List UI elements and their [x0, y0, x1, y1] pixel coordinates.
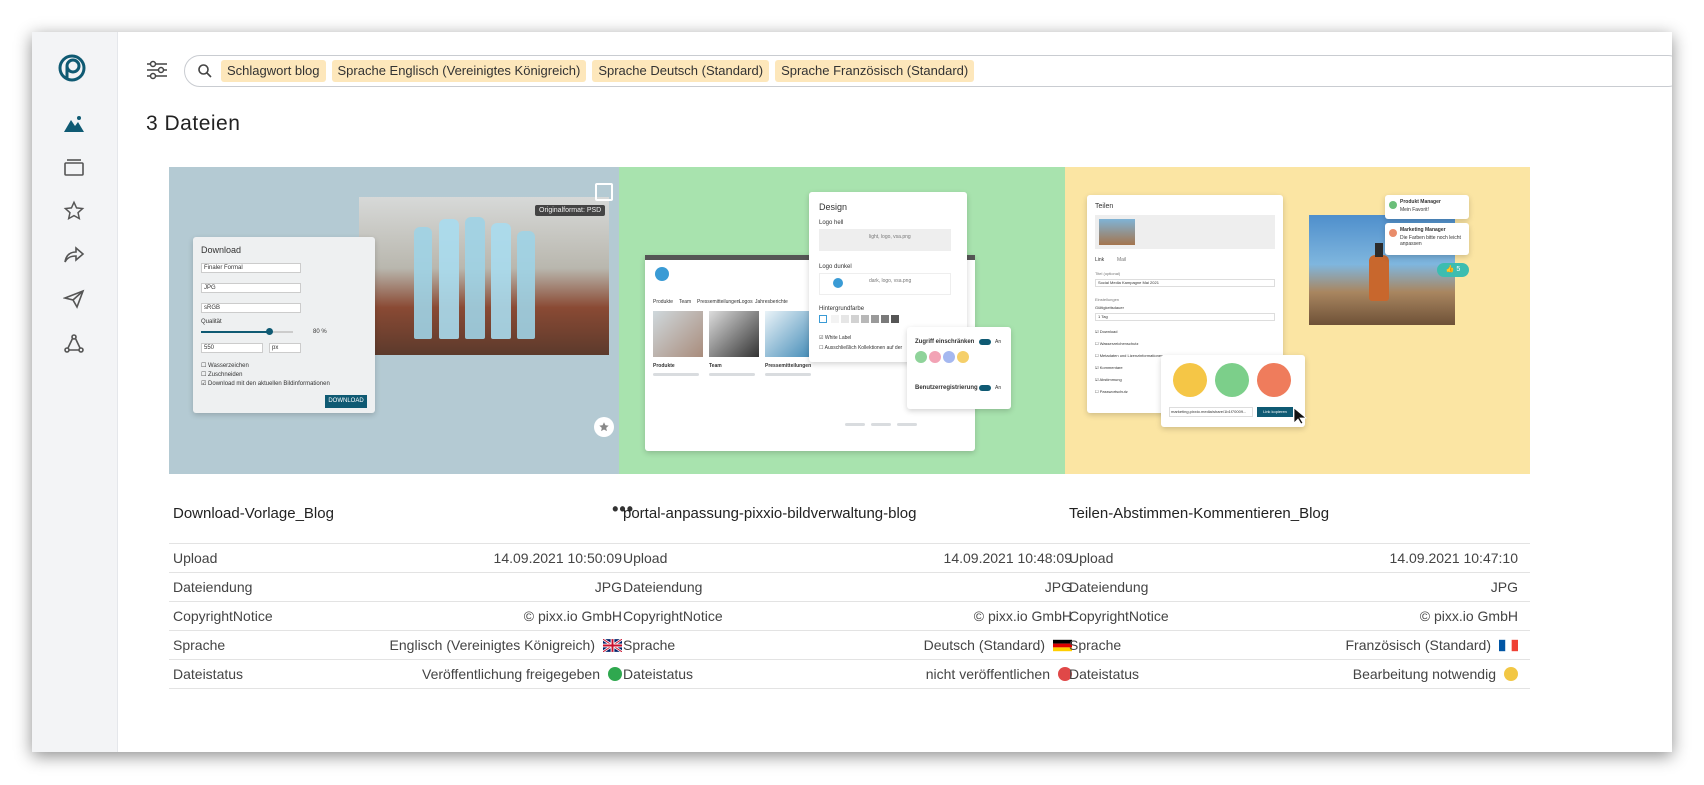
- meta-row-extension: Dateiendung JPG: [169, 573, 634, 602]
- filter-settings-icon[interactable]: [144, 57, 170, 83]
- meta-row-upload: Upload 14.09.2021 10:48:09: [619, 544, 1084, 573]
- nav-files-icon[interactable]: [60, 110, 88, 138]
- file-name[interactable]: Download-Vorlage_Blog: [173, 505, 334, 522]
- nav-shares-icon[interactable]: [60, 241, 88, 269]
- main-content: Schlagwort blog Sprache Englisch (Verein…: [118, 32, 1672, 752]
- filter-chip-language-fr[interactable]: Sprache Französisch (Standard): [775, 60, 975, 82]
- fr-flag-icon: [1499, 639, 1518, 651]
- search-icon: [198, 64, 212, 78]
- file-metadata: Upload 14.09.2021 10:47:10 Dateiendung JPG…: [1065, 543, 1530, 689]
- sidebar: [32, 32, 118, 752]
- file-thumbnail[interactable]: Produkte Team Pressemitteilungen Logos J…: [619, 167, 1084, 474]
- nav-favorites-icon[interactable]: [60, 197, 88, 225]
- meta-row-status: Dateistatus Veröffentlichung freigegeben: [169, 660, 634, 689]
- filter-chip-keyword[interactable]: Schlagwort blog: [221, 60, 326, 82]
- pixxio-logo-icon[interactable]: [56, 52, 88, 84]
- meta-row-extension: Dateiendung JPG: [619, 573, 1084, 602]
- results-count-title: 3 Dateien: [146, 112, 241, 135]
- nav-workflows-icon[interactable]: [60, 330, 88, 358]
- meta-row-status: Dateistatus Bearbeitung notwendig: [1065, 660, 1530, 689]
- meta-row-copyright: CopyrightNotice © pixx.io GmbH: [619, 602, 1084, 631]
- meta-row-upload: Upload 14.09.2021 10:50:09: [169, 544, 634, 573]
- status-dot: [1504, 667, 1518, 681]
- meta-row-upload: Upload 14.09.2021 10:47:10: [1065, 544, 1530, 573]
- meta-row-language: Sprache Deutsch (Standard): [619, 631, 1084, 660]
- file-card[interactable]: Teilen Link Mail Titel (optional) Social…: [1065, 167, 1530, 689]
- bottles-photo: [359, 197, 609, 355]
- meta-row-status: Dateistatus nicht veröffentlichen: [619, 660, 1084, 689]
- meta-row-extension: Dateiendung JPG: [1065, 573, 1530, 602]
- file-metadata: Upload 14.09.2021 10:50:09 Dateiendung JPG…: [169, 543, 634, 689]
- meta-row-copyright: CopyrightNotice © pixx.io GmbH: [1065, 602, 1530, 631]
- file-card[interactable]: Produkte Team Pressemitteilungen Logos J…: [619, 167, 1084, 689]
- meta-row-language: Sprache Englisch (Vereinigtes Königreich): [169, 631, 634, 660]
- file-name[interactable]: Teilen-Abstimmen-Kommentieren_Blog: [1069, 505, 1329, 522]
- likes-badge: 👍 5: [1437, 263, 1469, 277]
- app-window: Schlagwort blog Sprache Englisch (Verein…: [32, 32, 1672, 752]
- nav-send-icon[interactable]: [60, 285, 88, 313]
- filter-chip-language-en[interactable]: Sprache Englisch (Vereinigtes Königreich…: [331, 60, 587, 82]
- meta-row-copyright: CopyrightNotice © pixx.io GmbH: [169, 602, 634, 631]
- file-thumbnail[interactable]: Teilen Link Mail Titel (optional) Social…: [1065, 167, 1530, 474]
- voting-panel-mockup: marketing.pixxio.media/share/1b1f70009..…: [1161, 355, 1305, 427]
- favorite-star-icon[interactable]: [594, 417, 614, 437]
- comment-mockup: Marketing Manager Die Farben bitte noch …: [1385, 223, 1469, 255]
- search-bar[interactable]: Schlagwort blog Sprache Englisch (Verein…: [184, 55, 1672, 87]
- nav-collections-icon[interactable]: [60, 153, 88, 181]
- file-thumbnail[interactable]: Originalformat: PSD Download Finaler For…: [169, 167, 634, 474]
- filter-chip-language-de[interactable]: Sprache Deutsch (Standard): [592, 60, 770, 82]
- select-checkbox[interactable]: [595, 183, 613, 201]
- file-card[interactable]: Originalformat: PSD Download Finaler For…: [169, 167, 634, 689]
- format-badge: Originalformat: PSD: [535, 205, 606, 216]
- file-metadata: Upload 14.09.2021 10:48:09 Dateiendung JPG…: [619, 543, 1084, 689]
- download-dialog-mockup: Download Finaler Formal JPG sRGB Qualitä…: [193, 237, 375, 413]
- cursor-icon: [1293, 407, 1307, 425]
- access-panel-mockup: Zugriff einschränken An Benutzerregistri…: [907, 327, 1011, 409]
- meta-row-language: Sprache Französisch (Standard): [1065, 631, 1530, 660]
- file-name[interactable]: portal-anpassung-pixxio-bildverwaltung-b…: [623, 505, 917, 522]
- comment-mockup: Produkt Manager Mein Favorit!: [1385, 195, 1469, 219]
